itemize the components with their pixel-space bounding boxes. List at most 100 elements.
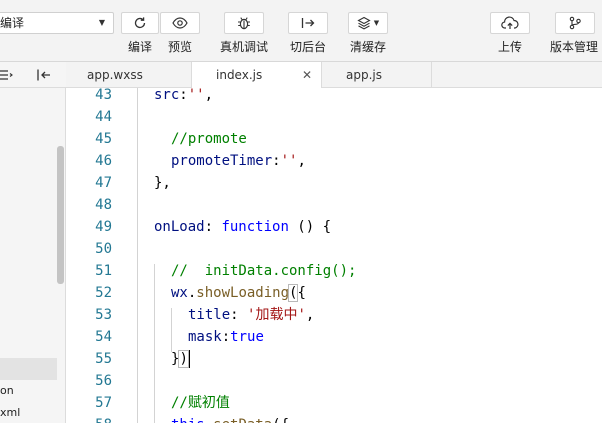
line-number: 51	[95, 263, 112, 279]
code-token: promoteTimer	[171, 153, 273, 169]
version-manage-button[interactable]	[555, 12, 595, 34]
chevron-down-icon: ▼	[373, 19, 380, 27]
branch-icon	[568, 16, 582, 30]
code-token: title	[188, 307, 231, 323]
file-explorer-panel: on xml	[0, 62, 66, 423]
code-token: :	[204, 219, 222, 235]
code-line[interactable]: //promote	[171, 128, 247, 150]
code-token: src	[154, 88, 180, 103]
code-token: true	[230, 329, 264, 345]
preview-label: 预览	[167, 40, 192, 54]
code-token: showLoading	[196, 285, 290, 301]
tab-label: app.wxss	[87, 68, 143, 82]
code-token: function	[221, 219, 289, 235]
bug-icon	[236, 15, 252, 31]
compile-label: 编译	[127, 40, 152, 54]
toggle-sidebar-icon[interactable]	[36, 67, 52, 86]
refresh-icon	[133, 16, 147, 30]
background-button[interactable]	[288, 12, 328, 34]
collapse-list-icon[interactable]	[0, 67, 14, 86]
line-number: 46	[95, 153, 112, 169]
line-number: 49	[95, 219, 112, 235]
layers-icon	[357, 16, 371, 30]
switch-background-icon	[300, 16, 316, 30]
line-number: 50	[95, 241, 112, 257]
compile-mode-select[interactable]: 编译 ▼	[0, 12, 114, 34]
remote-debug-button[interactable]	[224, 12, 264, 34]
code-token: '加载中'	[247, 307, 306, 323]
chevron-down-icon: ▼	[98, 18, 105, 27]
close-icon[interactable]: ✕	[302, 62, 312, 88]
line-number: 43	[95, 88, 112, 103]
line-number: 47	[95, 175, 112, 191]
line-number: 55	[95, 351, 112, 367]
code-token: // initData.config();	[171, 263, 357, 279]
code-token: ''	[280, 153, 298, 169]
code-token: :	[230, 307, 248, 323]
code-editor[interactable]: 43444546474849505152535455565758 src:'',…	[66, 88, 602, 423]
background-label: 切后台	[289, 40, 326, 54]
compile-mode-value: 编译	[0, 16, 25, 30]
explorer-header	[0, 62, 66, 88]
code-token: //promote	[171, 131, 247, 147]
line-number: 56	[95, 373, 112, 389]
line-number: 58	[66, 414, 112, 423]
code-token: () {	[288, 219, 332, 235]
clear-cache-button[interactable]: ▼	[348, 12, 388, 34]
tab-app-js[interactable]: app.js	[322, 62, 432, 88]
code-token: wx	[171, 285, 188, 301]
code-token: //赋初值	[171, 395, 230, 411]
remote-debug-label: 真机调试	[219, 40, 268, 54]
code-token: ,	[305, 307, 315, 323]
code-token: onLoad	[154, 219, 205, 235]
file-item[interactable]: xml	[0, 406, 20, 419]
code-line[interactable]: promoteTimer:'',	[171, 150, 306, 172]
explorer-scrollbar[interactable]	[57, 146, 64, 284]
indent-guide	[171, 308, 172, 352]
version-manage-label: 版本管理	[549, 40, 598, 54]
upload-label: 上传	[497, 40, 522, 54]
code-token: ''	[187, 88, 205, 103]
code-token: ,	[204, 88, 214, 103]
indent-guide	[154, 264, 155, 423]
code-token: },	[154, 175, 171, 191]
editor-tabbar: app.wxss index.js ✕ app.js	[66, 62, 602, 89]
code-line[interactable]: this.setData({	[171, 414, 289, 423]
code-token: ({	[272, 417, 289, 423]
code-line[interactable]: //赋初值	[171, 392, 230, 414]
line-number: 48	[95, 197, 112, 213]
code-line[interactable]: },	[154, 172, 171, 194]
preview-button[interactable]	[160, 12, 200, 34]
upload-button[interactable]	[490, 12, 530, 34]
text-cursor	[187, 350, 190, 368]
indent-guide	[137, 88, 138, 423]
code-line[interactable]: wx.showLoading({	[171, 282, 306, 304]
code-token: mask	[188, 329, 222, 345]
tab-label: index.js	[216, 68, 263, 82]
file-item[interactable]: on	[0, 384, 14, 397]
selected-file-highlight[interactable]	[0, 358, 57, 380]
code-line[interactable]: src:'',	[154, 88, 213, 106]
code-token: :	[221, 329, 231, 345]
code-token: {	[297, 285, 306, 301]
line-number: 53	[95, 307, 112, 323]
code-token: ,	[297, 153, 306, 169]
code-line[interactable]: title: '加载中',	[188, 304, 314, 326]
tab-app-wxss[interactable]: app.wxss	[66, 62, 192, 88]
code-token: )	[178, 350, 189, 368]
code-line[interactable]: mask:true	[188, 326, 264, 348]
code-line[interactable]: })	[171, 348, 190, 370]
line-number: 45	[95, 131, 112, 147]
line-number: 57	[95, 395, 112, 411]
compile-button[interactable]	[121, 12, 159, 34]
code-token: this	[171, 417, 205, 423]
eye-icon	[172, 17, 188, 29]
cloud-upload-icon	[501, 16, 519, 30]
toolbar: 编译 ▼ 编译 预览 真机调试 切后台 ▼ 清缓存 上传 版本管理	[0, 0, 602, 62]
tab-label: app.js	[346, 68, 382, 82]
line-number: 54	[95, 329, 112, 345]
tab-index-js[interactable]: index.js ✕	[192, 62, 322, 89]
code-line[interactable]: // initData.config();	[171, 260, 356, 282]
code-token: :	[272, 153, 281, 169]
code-line[interactable]: onLoad: function () {	[154, 216, 331, 238]
